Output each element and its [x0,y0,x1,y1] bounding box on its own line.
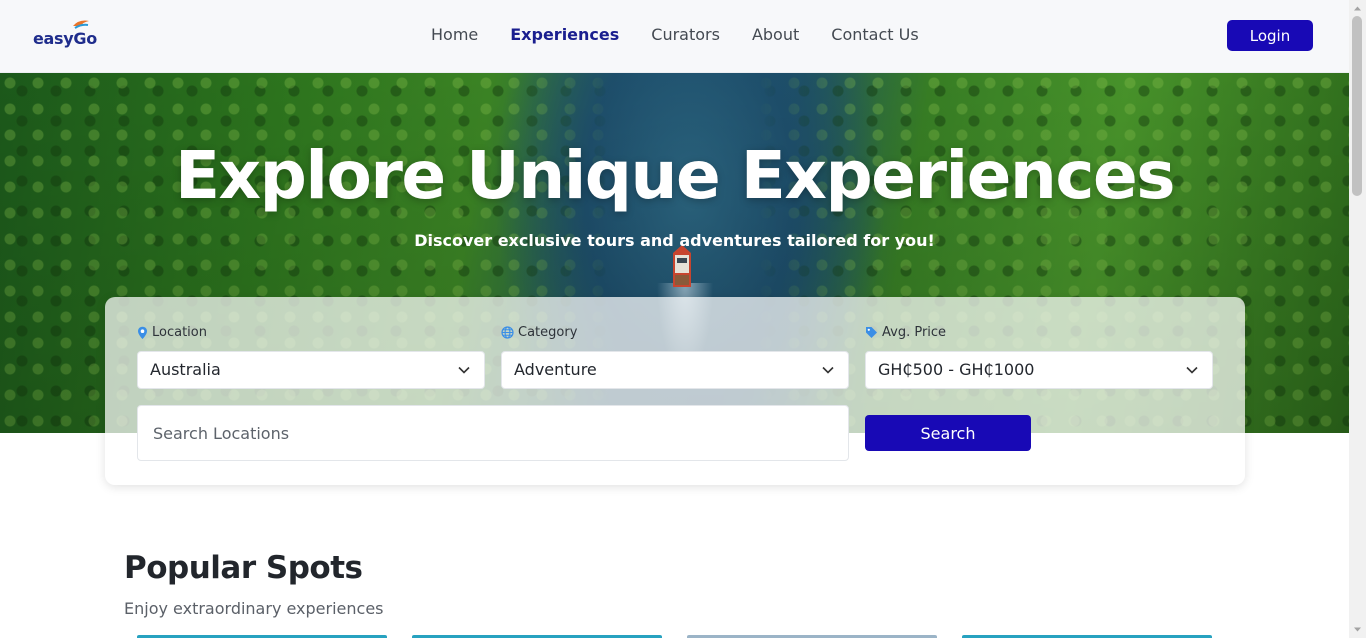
search-locations-input[interactable] [137,405,849,461]
category-label: Category [501,325,577,340]
nav-about[interactable]: About [752,24,799,46]
boat-image [673,245,691,287]
scroll-up-icon[interactable] [1353,4,1362,13]
price-label: Avg. Price [865,325,946,340]
main-nav: Home Experiences Curators About Contact … [431,24,951,46]
category-value: Adventure [514,360,597,379]
price-select[interactable]: GH₵500 - GH₵1000 [865,351,1213,389]
chevron-down-icon [1186,366,1198,374]
hero-subtitle: Discover exclusive tours and adventures … [414,231,935,250]
location-select[interactable]: Australia [137,351,485,389]
login-button[interactable]: Login [1227,20,1313,51]
location-value: Australia [150,360,221,379]
price-tag-icon [866,327,877,338]
location-label: Location [137,325,207,340]
scrollbar-thumb[interactable] [1352,16,1362,196]
nav-home[interactable]: Home [431,24,478,46]
nav-curators[interactable]: Curators [651,24,720,46]
globe-icon [501,326,514,339]
scroll-down-icon[interactable] [1353,625,1362,634]
chevron-down-icon [822,366,834,374]
site-header: easyGo Home Experiences Curators About C… [0,0,1349,73]
section-title: Popular Spots [124,550,363,586]
logo[interactable]: easyGo [33,14,103,54]
search-panel: Location Australia Category Adventure Av… [105,297,1245,485]
hero-title: Explore Unique Experiences [174,137,1176,214]
search-button[interactable]: Search [865,415,1031,451]
nav-experiences[interactable]: Experiences [510,24,619,46]
page-scrollbar[interactable] [1349,0,1366,638]
nav-contact-us[interactable]: Contact Us [831,24,918,46]
price-value: GH₵500 - GH₵1000 [878,360,1035,379]
chevron-down-icon [458,366,470,374]
map-pin-icon [138,326,147,339]
category-select[interactable]: Adventure [501,351,849,389]
section-subtitle: Enjoy extraordinary experiences [124,599,384,618]
logo-text: easyGo [33,29,97,48]
